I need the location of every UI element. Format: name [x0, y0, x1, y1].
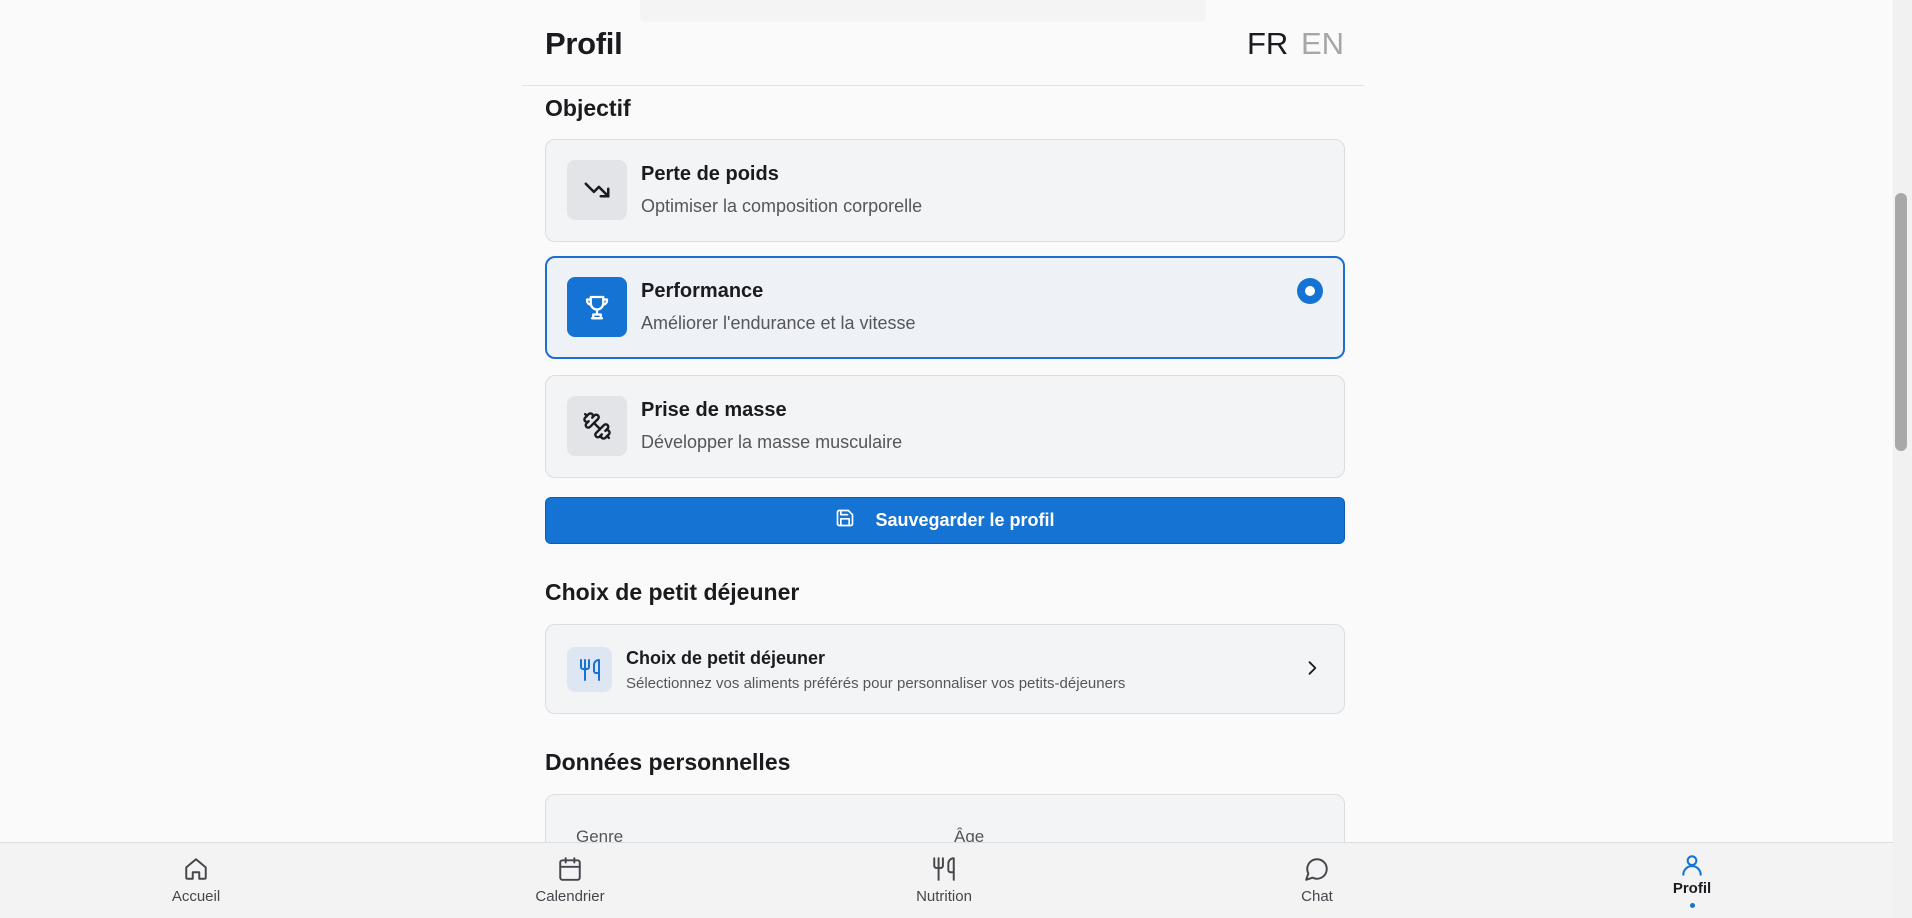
- goal-title: Performance: [641, 280, 764, 302]
- bottom-navigation: Accueil Calendrier Nutrition Chat Profil: [0, 842, 1893, 918]
- goal-option-mass-gain[interactable]: Prise de masse Développer la masse muscu…: [545, 375, 1345, 478]
- scrollbar-thumb[interactable]: [1895, 193, 1907, 451]
- personal-data-card: Genre Âge: [545, 794, 1345, 842]
- utensils-icon: [931, 856, 957, 882]
- goal-title: Perte de poids: [641, 163, 779, 185]
- save-profile-label: Sauvegarder le profil: [875, 510, 1055, 530]
- trophy-icon: [567, 277, 627, 337]
- personal-data-section-title: Données personnelles: [545, 749, 791, 775]
- calendar-icon: [557, 856, 583, 882]
- nav-item-accueil[interactable]: Accueil: [136, 843, 256, 918]
- goal-option-performance[interactable]: Performance Améliorer l'endurance et la …: [545, 256, 1345, 359]
- nav-label: Calendrier: [535, 888, 605, 905]
- breakfast-card-title: Choix de petit déjeuner: [626, 648, 826, 668]
- nav-item-chat[interactable]: Chat: [1257, 843, 1377, 918]
- header: Profil FR EN: [522, 0, 1364, 86]
- goal-subtitle: Optimiser la composition corporelle: [641, 196, 923, 216]
- nav-item-calendrier[interactable]: Calendrier: [510, 843, 630, 918]
- utensils-icon: [567, 647, 612, 692]
- gender-label: Genre: [576, 827, 624, 842]
- trending-down-icon: [567, 160, 627, 220]
- goal-subtitle: Développer la masse musculaire: [641, 432, 903, 452]
- objective-section-title: Objectif: [545, 95, 631, 121]
- selected-radio[interactable]: [1297, 278, 1323, 304]
- home-icon: [183, 856, 209, 882]
- save-icon: [835, 508, 855, 533]
- nav-label: Profil: [1672, 880, 1712, 897]
- user-icon: [1679, 852, 1705, 878]
- nav-label: Chat: [1301, 888, 1333, 905]
- breakfast-card-subtitle: Sélectionnez vos aliments préférés pour …: [626, 675, 1126, 692]
- nav-label: Nutrition: [916, 888, 972, 905]
- chevron-right-icon: [1302, 658, 1322, 683]
- nav-label: Accueil: [171, 888, 221, 905]
- nav-item-profil[interactable]: Profil: [1632, 843, 1752, 918]
- page: Profil FR EN Objectif Perte de poids Opt…: [0, 0, 1893, 842]
- breakfast-choice-card[interactable]: Choix de petit déjeuner Sélectionnez vos…: [545, 624, 1345, 714]
- dumbbell-icon: [567, 396, 627, 456]
- goal-subtitle: Améliorer l'endurance et la vitesse: [641, 313, 916, 333]
- active-indicator-dot: [1689, 903, 1695, 908]
- language-fr-button[interactable]: FR: [1247, 26, 1288, 62]
- age-label: Âge: [954, 827, 985, 842]
- language-en-button[interactable]: EN: [1301, 26, 1344, 62]
- page-title: Profil: [545, 26, 623, 61]
- chat-icon: [1304, 856, 1330, 882]
- goal-title: Prise de masse: [641, 399, 787, 421]
- save-profile-button[interactable]: Sauvegarder le profil: [545, 497, 1345, 544]
- goal-option-weight-loss[interactable]: Perte de poids Optimiser la composition …: [545, 139, 1345, 242]
- nav-item-nutrition[interactable]: Nutrition: [884, 843, 1004, 918]
- header-overlay: [640, 0, 1206, 22]
- breakfast-section-title: Choix de petit déjeuner: [545, 579, 800, 605]
- scrollbar-track[interactable]: [1893, 0, 1912, 918]
